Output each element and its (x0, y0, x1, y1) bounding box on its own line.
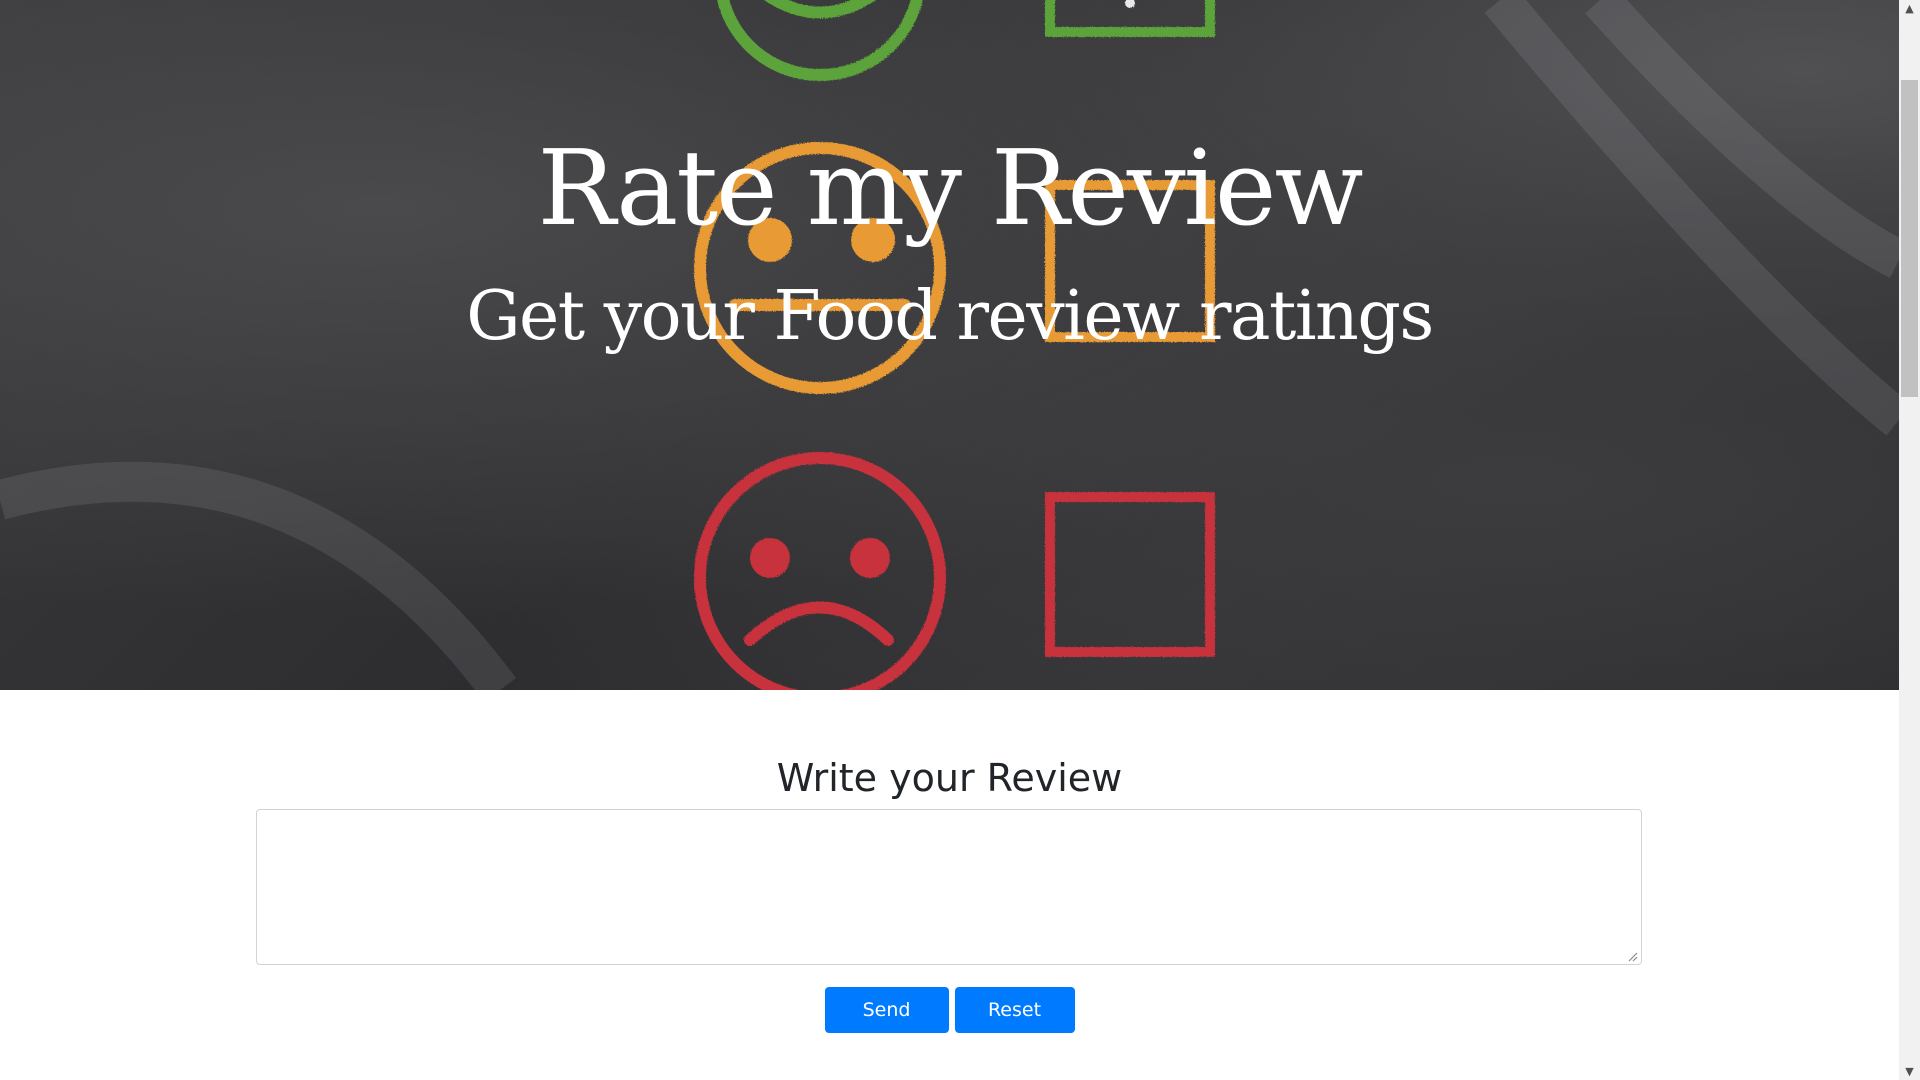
page-title: Rate my Review (537, 127, 1364, 249)
hero-banner: Rate my Review Get your Food review rati… (0, 0, 1899, 690)
vertical-scrollbar[interactable]: ▲ ▼ (1899, 0, 1920, 1080)
resize-handle-icon[interactable] (1626, 950, 1638, 962)
scroll-down-icon[interactable]: ▼ (1899, 1063, 1920, 1080)
happy-face-icon (717, 0, 1215, 81)
sad-face-icon (694, 452, 1215, 690)
reset-text-button[interactable]: Reset Text (954, 987, 1075, 1065)
send-form-button[interactable]: Send form (824, 987, 949, 1065)
review-form-heading: Write your Review (776, 756, 1123, 800)
review-textarea[interactable] (256, 809, 1642, 965)
form-actions: Send form Reset Text (0, 987, 1899, 1065)
page: Rate my Review Get your Food review rati… (0, 0, 1899, 1080)
page-subtitle: Get your Food review ratings (466, 277, 1434, 356)
scroll-up-icon[interactable]: ▲ (1899, 0, 1920, 17)
scrollbar-thumb[interactable] (1901, 80, 1918, 397)
